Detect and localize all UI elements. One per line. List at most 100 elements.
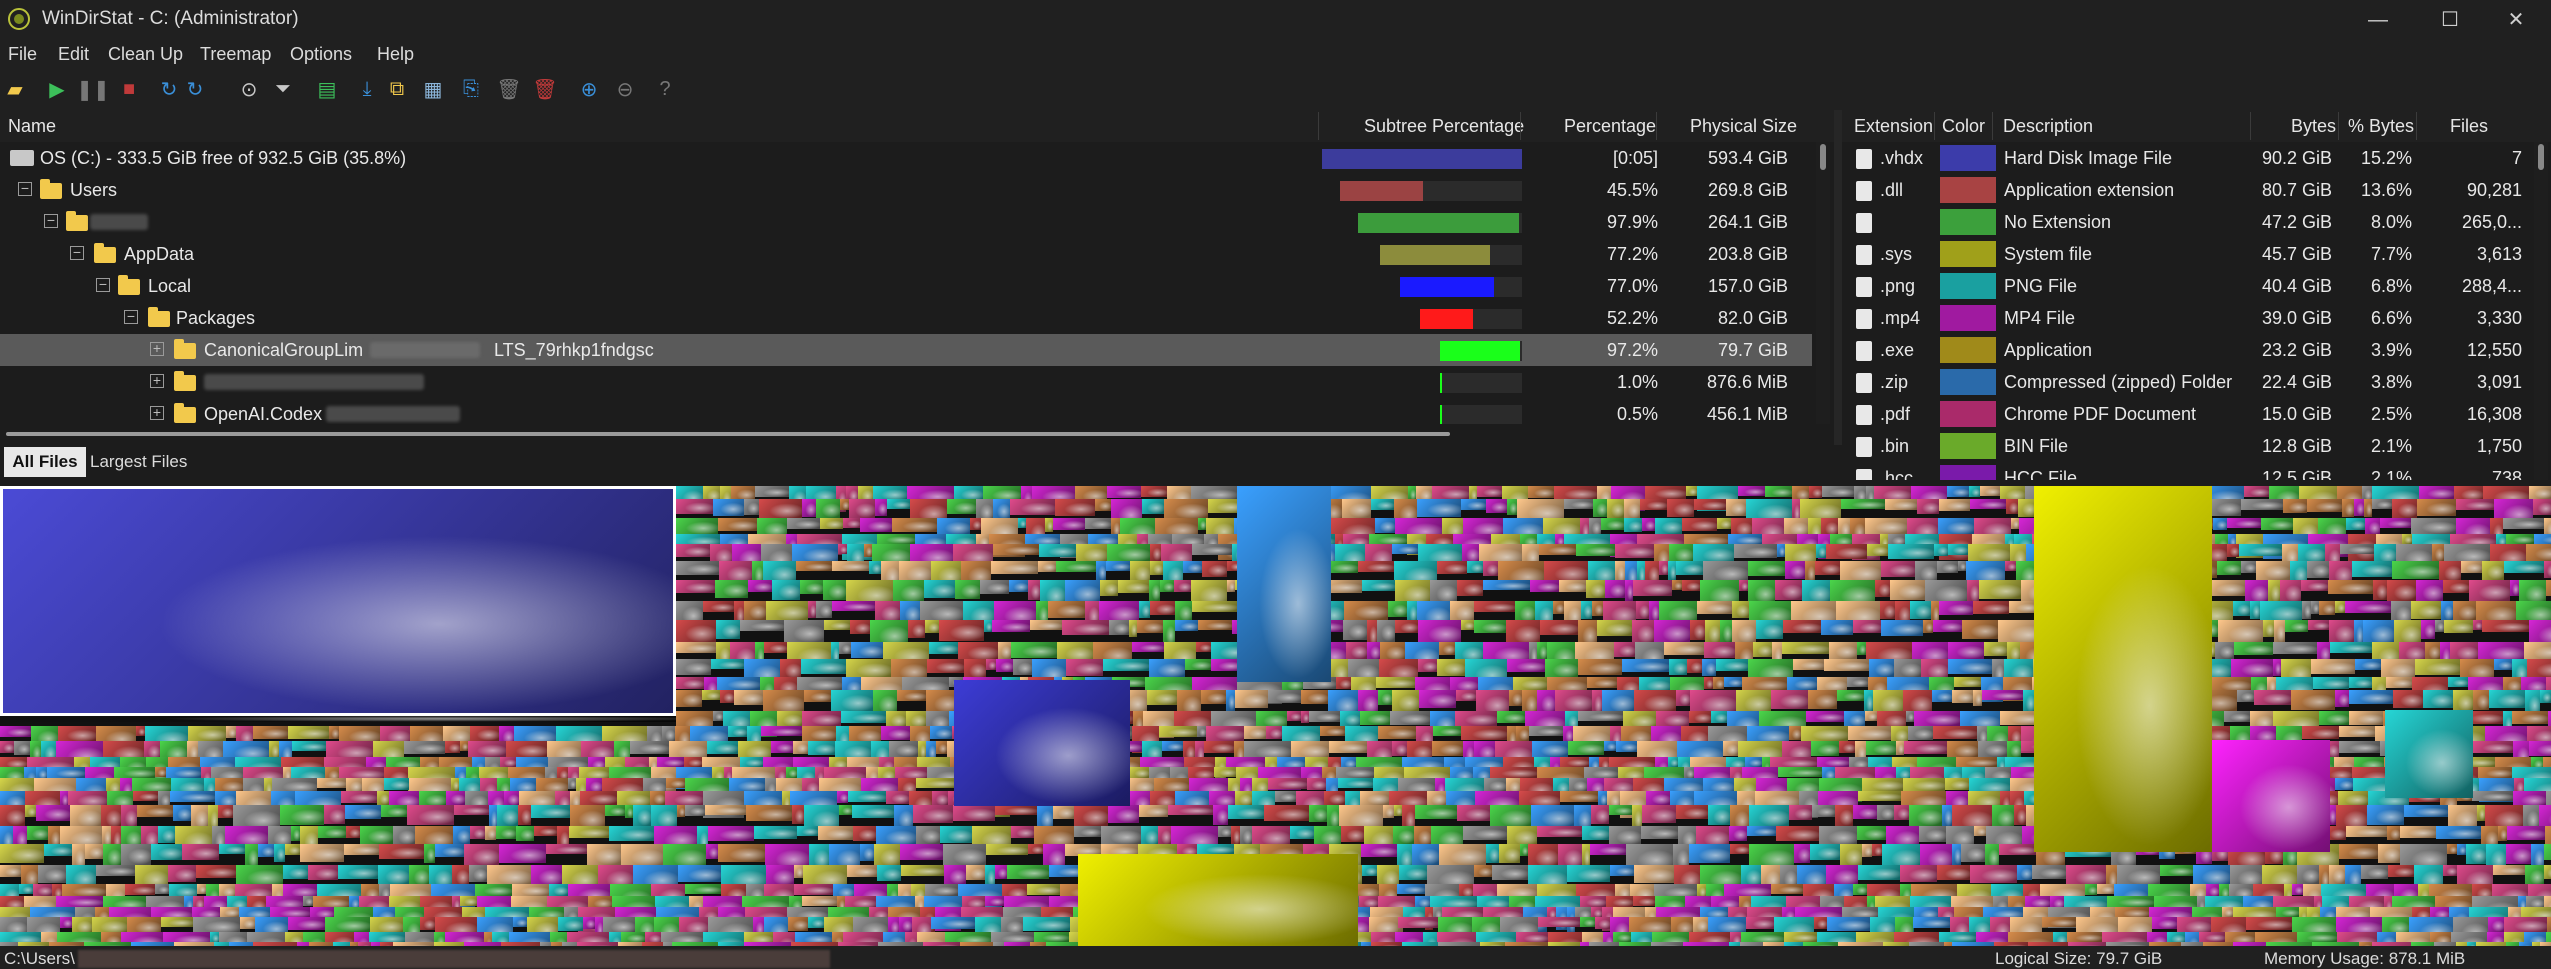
treemap-cell[interactable] [1655, 518, 1682, 534]
treemap-cell[interactable] [2534, 534, 2551, 544]
treemap-cell[interactable] [1226, 690, 1235, 711]
treemap-cell[interactable] [1913, 917, 1950, 928]
treemap-cell[interactable] [2510, 580, 2519, 596]
treemap-cell[interactable] [1362, 865, 1377, 876]
treemap-cell[interactable] [832, 561, 869, 571]
treemap-cell[interactable] [2435, 620, 2444, 632]
treemap-cell[interactable] [2329, 620, 2354, 644]
treemap-cell[interactable] [802, 499, 816, 517]
treemap-cell[interactable] [1018, 518, 1026, 528]
treemap-cell[interactable] [1301, 690, 1328, 704]
treemap-cell[interactable] [1553, 601, 1564, 614]
treemap-cell[interactable] [2498, 826, 2507, 841]
treemap-cell[interactable] [1848, 726, 1891, 740]
treemap-cell[interactable] [1101, 826, 1141, 845]
treemap-cell[interactable] [2525, 865, 2544, 886]
treemap-cell[interactable] [2533, 499, 2551, 515]
treemap-cell[interactable] [2283, 499, 2307, 513]
treemap-cell[interactable] [1568, 741, 1604, 755]
treemap-cell[interactable] [1933, 620, 1962, 632]
treemap-cell[interactable] [2441, 601, 2453, 621]
copy-path-icon[interactable]: ⧉ [384, 76, 410, 102]
treemap-cell[interactable] [931, 917, 975, 929]
treemap-cell[interactable] [740, 757, 763, 767]
treemap-cell[interactable] [843, 518, 860, 528]
treemap-cell[interactable] [1336, 677, 1351, 689]
treemap-cell[interactable] [1609, 826, 1641, 845]
treemap-cell[interactable] [1777, 544, 1785, 557]
treemap-cell[interactable] [1858, 791, 1901, 801]
treemap-cell[interactable] [1538, 917, 1580, 927]
treemap-cell[interactable] [2527, 659, 2551, 678]
treemap-cell[interactable] [1748, 561, 1785, 576]
treemap-cell[interactable] [1529, 726, 1563, 736]
treemap-cell[interactable] [1340, 711, 1360, 726]
treemap-cell[interactable] [1881, 561, 1915, 577]
treemap-cell[interactable] [1704, 677, 1713, 689]
treemap-cell[interactable] [1812, 805, 1835, 817]
treemap-cell[interactable] [1642, 805, 1676, 823]
treemap-cell[interactable] [877, 865, 901, 881]
play-icon[interactable]: ▶ [44, 76, 70, 102]
treemap-cell[interactable] [788, 917, 808, 931]
treemap-cell[interactable] [1738, 486, 1765, 496]
treemap-cell[interactable] [1375, 518, 1395, 533]
treemap-cell[interactable] [1030, 620, 1062, 630]
treemap-cell[interactable] [324, 805, 345, 824]
treemap-cell[interactable] [1839, 741, 1855, 753]
treemap-cell[interactable] [1654, 620, 1690, 643]
treemap-cell[interactable] [568, 778, 576, 789]
treemap-cell[interactable] [329, 726, 339, 739]
treemap-cell[interactable] [1942, 805, 1952, 827]
treemap-cell[interactable] [1894, 805, 1909, 820]
treemap-cell[interactable] [705, 805, 746, 815]
treemap-cell[interactable] [1204, 741, 1234, 753]
treemap-cell[interactable] [344, 844, 379, 855]
treemap-cell[interactable] [1130, 767, 1149, 778]
treemap-cell[interactable] [1669, 659, 1687, 675]
treemap-cell[interactable] [325, 917, 370, 932]
treemap-cell[interactable] [292, 741, 326, 751]
treemap-cell[interactable] [792, 805, 804, 824]
treemap-cell[interactable] [2227, 544, 2239, 557]
treemap-cell[interactable] [85, 844, 103, 859]
treemap-cell[interactable] [808, 741, 835, 755]
treemap-cell[interactable] [121, 844, 151, 865]
treemap-cell[interactable] [1497, 711, 1525, 723]
treemap-cell[interactable] [839, 642, 851, 654]
treemap-cell[interactable] [1676, 805, 1708, 819]
treemap-cell[interactable] [318, 826, 346, 838]
treemap-cell[interactable] [1587, 677, 1617, 688]
treemap-cell[interactable] [136, 726, 145, 736]
treemap-cell[interactable] [1877, 805, 1894, 820]
treemap-cell[interactable] [1947, 486, 1969, 497]
treemap-cell[interactable] [980, 580, 1009, 594]
treemap-cell[interactable] [2512, 711, 2548, 724]
treemap-cell[interactable] [1412, 844, 1439, 865]
treemap-cell[interactable] [1732, 601, 1749, 618]
help-icon[interactable]: ? [652, 76, 678, 102]
treemap-cell[interactable] [1198, 620, 1232, 630]
treemap-cell[interactable] [1055, 499, 1095, 516]
treemap-cell[interactable] [1894, 659, 1921, 678]
treemap-cell[interactable] [1640, 499, 1667, 510]
treemap-cell[interactable] [1933, 726, 1977, 739]
treemap-cell[interactable] [470, 826, 485, 839]
treemap-cell[interactable] [101, 805, 121, 828]
treemap-cell[interactable] [1810, 844, 1840, 860]
treemap-cell[interactable] [1237, 486, 1331, 682]
treemap-cell[interactable] [1756, 620, 1783, 639]
treemap-cell[interactable] [485, 826, 496, 840]
treemap-cell[interactable] [1811, 741, 1839, 756]
treemap-cell[interactable] [1970, 499, 2006, 509]
treemap-cell[interactable] [1287, 711, 1301, 721]
treemap-cell[interactable] [2392, 499, 2417, 518]
treemap-cell[interactable] [1560, 757, 1589, 767]
treemap-cell[interactable] [992, 620, 1030, 632]
treemap-cell[interactable] [860, 844, 874, 861]
treemap-cell[interactable] [2365, 518, 2380, 535]
treemap-cell[interactable] [170, 791, 215, 802]
treemap-cell[interactable] [1108, 805, 1139, 823]
treemap-cell[interactable] [1615, 544, 1654, 558]
treemap-cell[interactable] [1857, 642, 1866, 655]
